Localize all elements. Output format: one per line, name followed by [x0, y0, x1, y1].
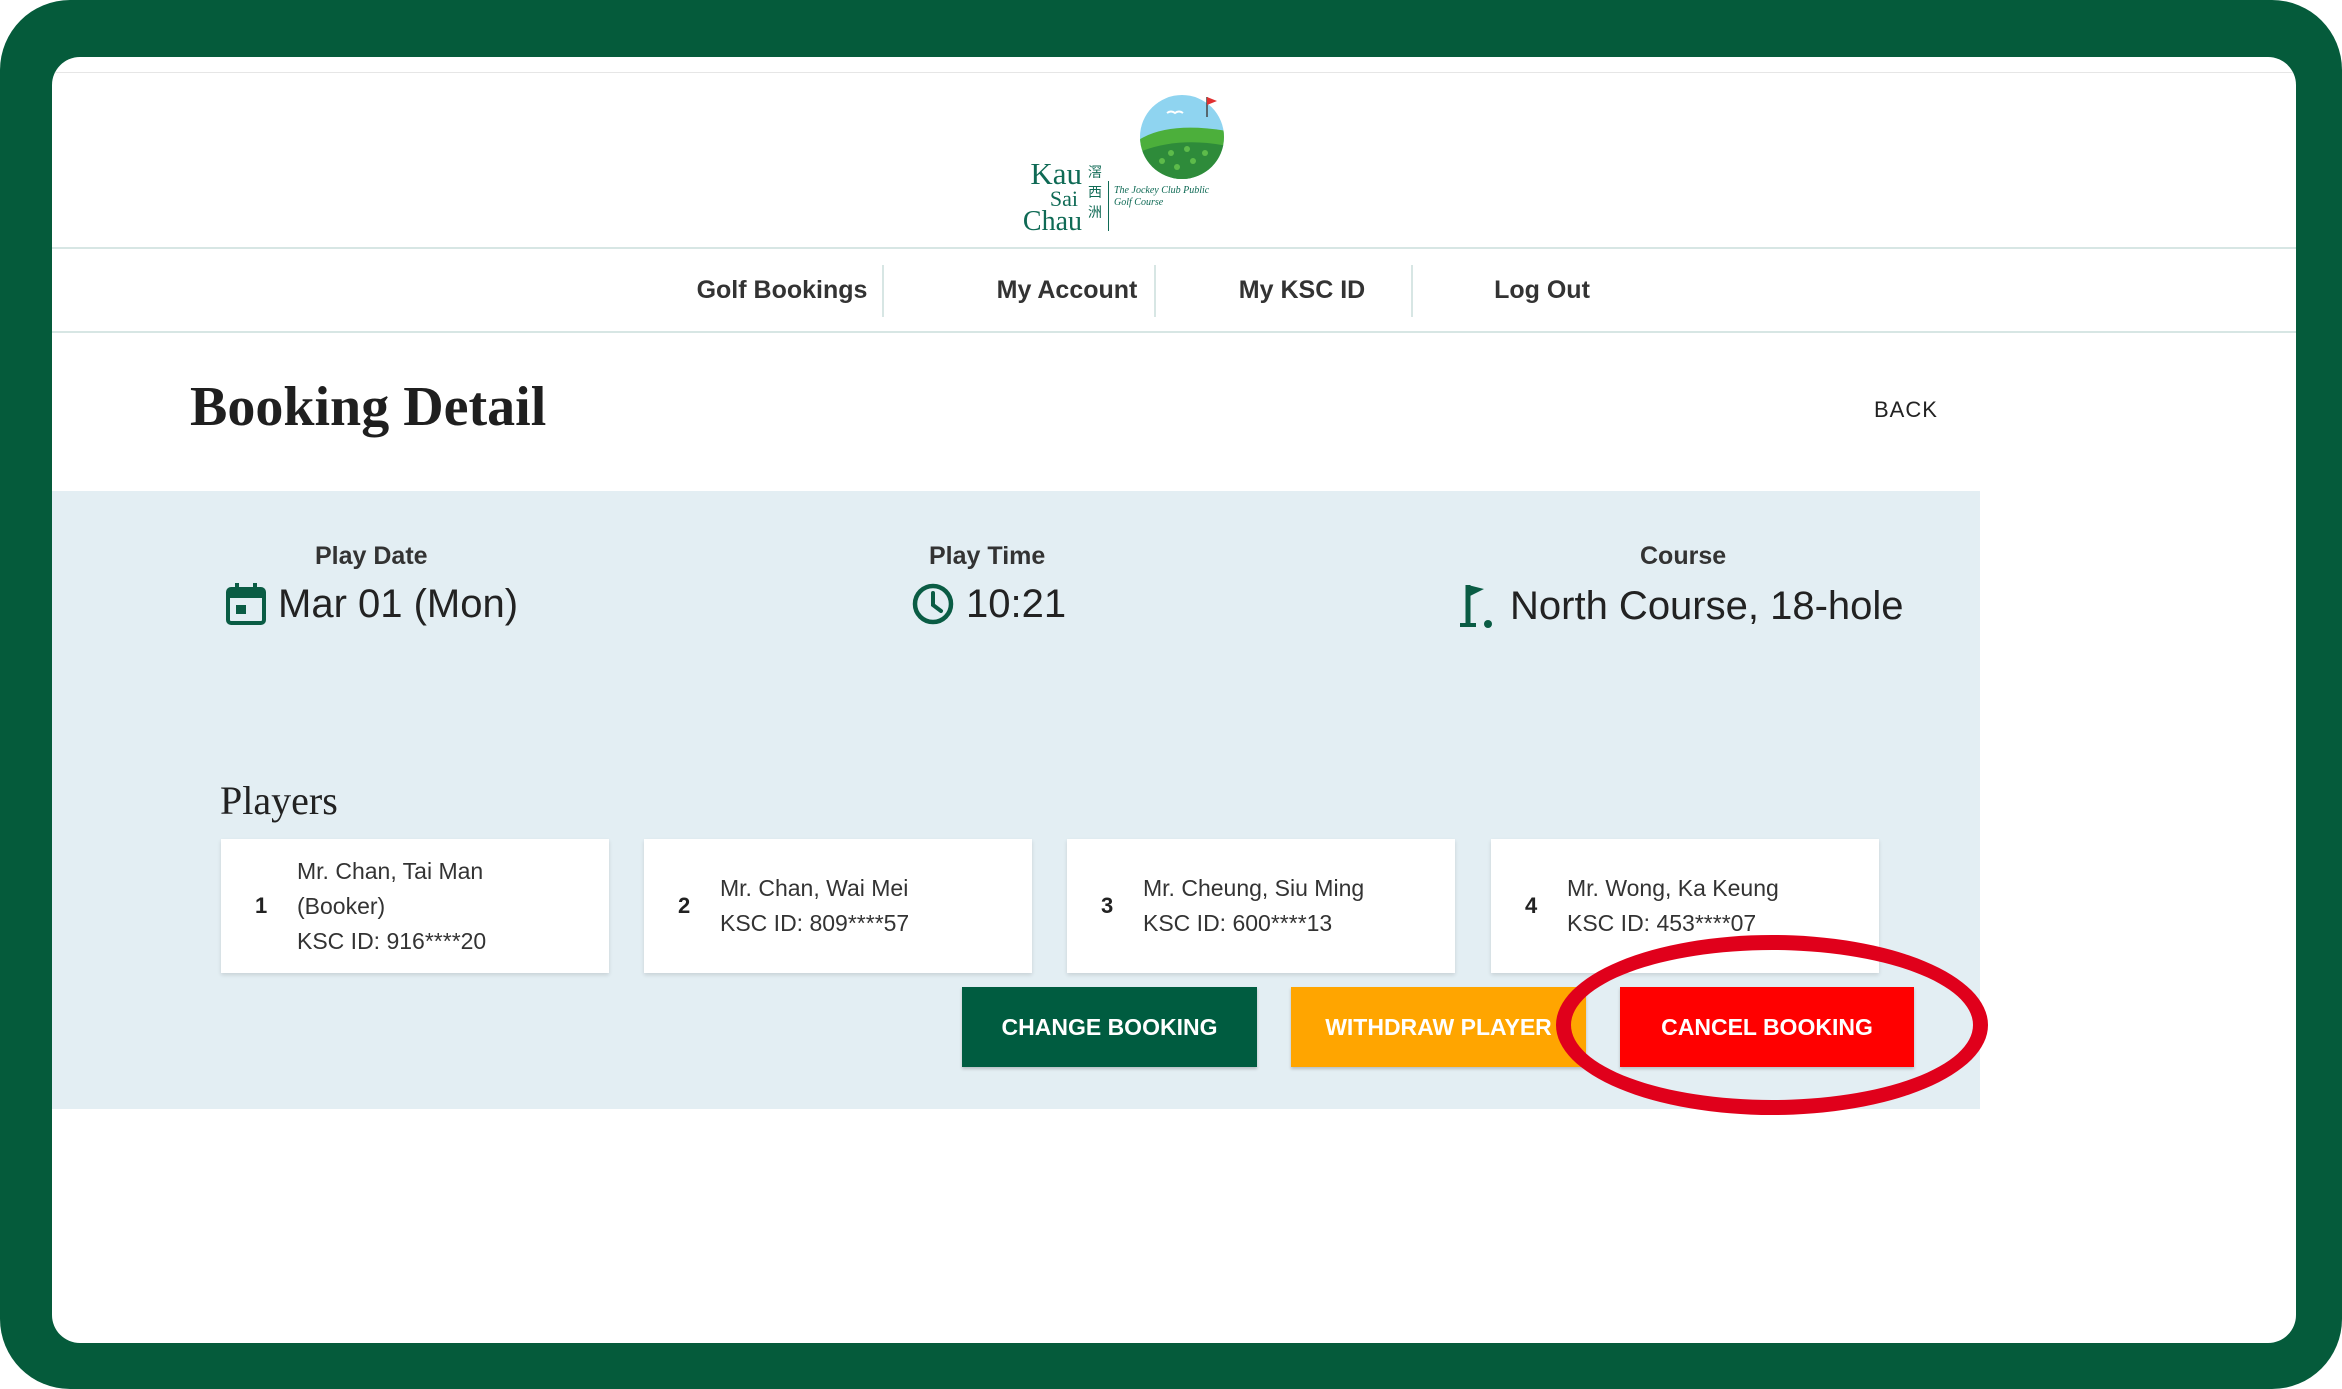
withdraw-player-button[interactable]: WITHDRAW PLAYER	[1291, 987, 1586, 1067]
top-divider	[52, 72, 2296, 73]
logo-subtitle: The Jockey Club Public Golf Course	[1114, 185, 1210, 208]
nav-divider-bottom	[52, 331, 2296, 333]
course: North Course, 18-hole	[1456, 581, 1904, 631]
logo-chinese-name: 滘西洲	[1088, 165, 1102, 221]
player-info: Mr. Cheung, Siu Ming KSC ID: 600****13	[1143, 839, 1364, 973]
change-booking-button[interactable]: CHANGE BOOKING	[962, 987, 1257, 1067]
player-name: Mr. Chan, Wai Mei	[720, 875, 909, 901]
player-ksc-id: KSC ID: 453****07	[1567, 910, 1757, 936]
main-navigation: Golf Bookings My Account My KSC ID Log O…	[52, 249, 2296, 331]
player-ksc-id: KSC ID: 600****13	[1143, 910, 1333, 936]
player-name: Mr. Cheung, Siu Ming	[1143, 875, 1365, 901]
course-value: North Course, 18-hole	[1510, 583, 1904, 628]
logo-wordmark: Kau Sai Chau	[1022, 156, 1082, 237]
logo-divider	[1108, 181, 1109, 231]
play-date-label: Play Date	[315, 542, 428, 570]
player-number: 2	[678, 893, 691, 918]
kau-sai-chau-logo[interactable]: Kau Sai Chau 滘西洲 The Jockey Club Public …	[992, 91, 1232, 236]
golf-flag-icon	[1460, 585, 1492, 628]
player-name: Mr. Chan, Tai Man	[297, 857, 484, 884]
nav-separator	[882, 265, 884, 317]
play-time-label: Play Time	[929, 542, 1046, 570]
nav-separator	[1411, 265, 1413, 317]
calendar-icon	[226, 583, 266, 625]
clock-icon	[912, 583, 954, 625]
nav-log-out[interactable]: Log Out	[1442, 249, 1642, 331]
player-ksc-id: KSC ID: 916****20	[297, 927, 487, 954]
player-card: 1 Mr. Chan, Tai Man (Booker) KSC ID: 916…	[221, 839, 609, 973]
player-card: 2 Mr. Chan, Wai Mei KSC ID: 809****57	[644, 839, 1032, 973]
nav-golf-bookings[interactable]: Golf Bookings	[632, 249, 932, 331]
play-time: 10:21	[910, 581, 1066, 627]
cancel-booking-button[interactable]: CANCEL BOOKING	[1620, 987, 1914, 1067]
browser-screen: Kau Sai Chau 滘西洲 The Jockey Club Public …	[52, 57, 2296, 1343]
course-label: Course	[1640, 542, 1727, 570]
player-name: Mr. Wong, Ka Keung	[1567, 875, 1779, 901]
player-ksc-id: KSC ID: 809****57	[720, 910, 910, 936]
player-info: Mr. Chan, Tai Man (Booker) KSC ID: 916**…	[297, 839, 486, 973]
player-card: 3 Mr. Cheung, Siu Ming KSC ID: 600****13	[1067, 839, 1455, 973]
golf-ball-logo-icon	[1140, 95, 1224, 179]
nav-my-ksc-id[interactable]: My KSC ID	[1182, 249, 1422, 331]
play-date: Mar 01 (Mon)	[224, 581, 518, 627]
back-link[interactable]: BACK	[1874, 397, 1938, 423]
play-time-value: 10:21	[966, 581, 1067, 626]
player-info: Mr. Wong, Ka Keung KSC ID: 453****07	[1567, 839, 1779, 973]
player-info: Mr. Chan, Wai Mei KSC ID: 809****57	[720, 839, 909, 973]
player-role: (Booker)	[297, 892, 386, 919]
player-card: 4 Mr. Wong, Ka Keung KSC ID: 453****07	[1491, 839, 1879, 973]
player-number: 4	[1525, 893, 1538, 918]
player-number: 3	[1101, 893, 1114, 918]
player-number: 1	[255, 893, 268, 918]
players-heading: Players	[220, 778, 338, 823]
page-title: Booking Detail	[190, 376, 547, 438]
nav-my-account[interactable]: My Account	[932, 249, 1202, 331]
play-date-value: Mar 01 (Mon)	[278, 581, 519, 626]
nav-separator	[1154, 265, 1156, 317]
